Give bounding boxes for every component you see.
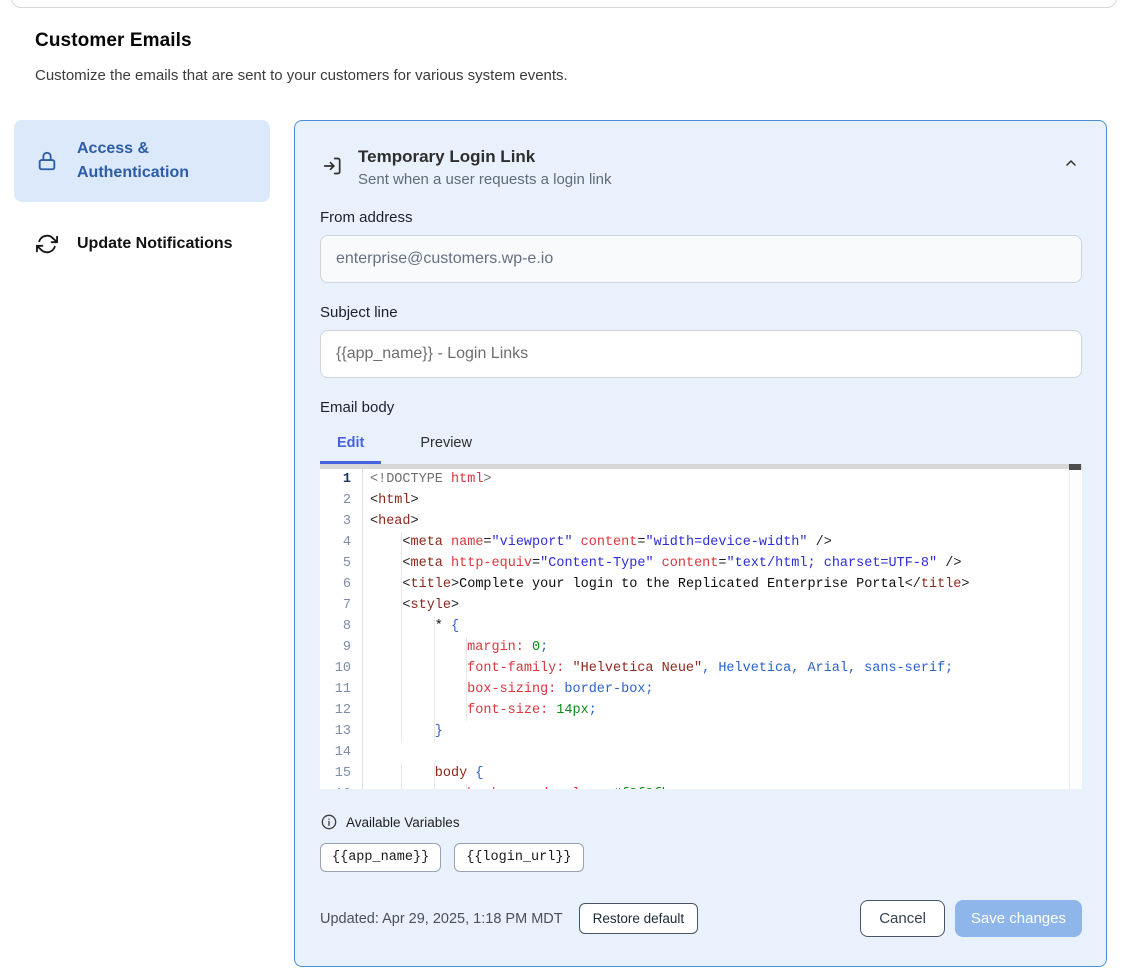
tab-edit[interactable]: Edit xyxy=(320,429,381,464)
card-header: Temporary Login Link Sent when a user re… xyxy=(320,147,1082,188)
page-title: Customer Emails xyxy=(35,30,1093,52)
code-line-content: <meta name="viewport" content="width=dev… xyxy=(362,532,1069,553)
main-layout: Access & Authentication Update Notificat… xyxy=(0,120,1128,967)
code-line-content: <!DOCTYPE html> xyxy=(362,469,1069,490)
email-settings-card: Temporary Login Link Sent when a user re… xyxy=(294,120,1107,967)
line-number: 15 xyxy=(320,763,362,784)
restore-default-button[interactable]: Restore default xyxy=(579,903,699,934)
line-number: 7 xyxy=(320,595,362,616)
code-line-content xyxy=(362,742,1069,763)
previous-card-bottom-edge xyxy=(11,0,1117,8)
line-number: 5 xyxy=(320,553,362,574)
from-address-input[interactable] xyxy=(320,235,1082,283)
card-footer: Updated: Apr 29, 2025, 1:18 PM MDT Resto… xyxy=(320,900,1082,937)
line-number: 11 xyxy=(320,679,362,700)
code-line[interactable]: 15body { xyxy=(320,763,1069,784)
code-line-content: body { xyxy=(362,763,1069,784)
cancel-button[interactable]: Cancel xyxy=(860,900,945,937)
line-number: 4 xyxy=(320,532,362,553)
sidebar-item-label: Update Notifications xyxy=(77,232,233,256)
login-icon xyxy=(323,156,343,176)
line-number: 10 xyxy=(320,658,362,679)
info-icon xyxy=(321,814,337,830)
variable-chip-login-url[interactable]: {{login_url}} xyxy=(454,843,583,872)
email-body-tabs: Edit Preview xyxy=(320,429,1082,464)
code-line[interactable]: 8* { xyxy=(320,616,1069,637)
tab-preview[interactable]: Preview xyxy=(403,429,489,464)
code-line-content: <head> xyxy=(362,511,1069,532)
line-number: 1 xyxy=(320,469,362,490)
code-line[interactable]: 5<meta http-equiv="Content-Type" content… xyxy=(320,553,1069,574)
code-line-content: font-size: 14px; xyxy=(362,700,1069,721)
variable-chips: {{app_name}} {{login_url}} xyxy=(320,843,1082,872)
code-line-content: margin: 0; xyxy=(362,637,1069,658)
code-line[interactable]: 13} xyxy=(320,721,1069,742)
code-line[interactable]: 10font-family: "Helvetica Neue", Helveti… xyxy=(320,658,1069,679)
line-number: 12 xyxy=(320,700,362,721)
code-line[interactable]: 12font-size: 14px; xyxy=(320,700,1069,721)
editor-scrollbar-track[interactable] xyxy=(320,464,1082,469)
sidebar: Access & Authentication Update Notificat… xyxy=(14,120,270,270)
code-line[interactable]: 4<meta name="viewport" content="width=de… xyxy=(320,532,1069,553)
code-line-content: <style> xyxy=(362,595,1069,616)
line-number: 14 xyxy=(320,742,362,763)
code-line[interactable]: 11box-sizing: border-box; xyxy=(320,679,1069,700)
code-line[interactable]: 1<!DOCTYPE html> xyxy=(320,469,1069,490)
code-line-content: background-color: #f8f9fb; xyxy=(362,784,1069,789)
line-number: 13 xyxy=(320,721,362,742)
line-number: 8 xyxy=(320,616,362,637)
code-line[interactable]: 14 xyxy=(320,742,1069,763)
code-line-content: <meta http-equiv="Content-Type" content=… xyxy=(362,553,1069,574)
page-header: Customer Emails Customize the emails tha… xyxy=(0,0,1128,84)
line-number: 6 xyxy=(320,574,362,595)
updated-timestamp: Updated: Apr 29, 2025, 1:18 PM MDT xyxy=(320,911,563,927)
code-line[interactable]: 16background-color: #f8f9fb; xyxy=(320,784,1069,789)
available-variables-row: Available Variables xyxy=(321,814,1082,830)
email-body-label: Email body xyxy=(320,399,1082,416)
line-number: 3 xyxy=(320,511,362,532)
line-number: 2 xyxy=(320,490,362,511)
line-number: 16 xyxy=(320,784,362,789)
code-lines: 1<!DOCTYPE html>2<html>3<head>4<meta nam… xyxy=(320,469,1069,789)
code-line-content: <html> xyxy=(362,490,1069,511)
code-line[interactable]: 3<head> xyxy=(320,511,1069,532)
sidebar-item-access-authentication[interactable]: Access & Authentication xyxy=(14,120,270,202)
card-header-titles: Temporary Login Link Sent when a user re… xyxy=(358,147,611,188)
code-line[interactable]: 2<html> xyxy=(320,490,1069,511)
subject-line-label: Subject line xyxy=(320,304,1082,321)
line-number: 9 xyxy=(320,637,362,658)
editor-scrollbar-thumb[interactable] xyxy=(1069,464,1081,470)
chevron-up-icon[interactable] xyxy=(1063,155,1079,171)
sync-icon xyxy=(36,233,58,255)
editor-vertical-scrollbar[interactable] xyxy=(1069,469,1082,789)
variable-chip-app-name[interactable]: {{app_name}} xyxy=(320,843,441,872)
sidebar-item-label: Access & Authentication xyxy=(77,137,211,185)
code-editor[interactable]: 1<!DOCTYPE html>2<html>3<head>4<meta nam… xyxy=(320,464,1082,789)
available-variables-label: Available Variables xyxy=(346,815,460,830)
code-line-content: } xyxy=(362,721,1069,742)
save-changes-button[interactable]: Save changes xyxy=(955,900,1082,937)
lock-icon xyxy=(36,150,58,172)
code-line-content: box-sizing: border-box; xyxy=(362,679,1069,700)
code-line-content: <title>Complete your login to the Replic… xyxy=(362,574,1069,595)
code-line-content: * { xyxy=(362,616,1069,637)
from-address-label: From address xyxy=(320,209,1082,226)
subject-line-input[interactable] xyxy=(320,330,1082,378)
card-title: Temporary Login Link xyxy=(358,147,611,167)
page-subtitle: Customize the emails that are sent to yo… xyxy=(35,67,1093,84)
code-line-content: font-family: "Helvetica Neue", Helvetica… xyxy=(362,658,1069,679)
code-line[interactable]: 6<title>Complete your login to the Repli… xyxy=(320,574,1069,595)
code-line[interactable]: 9margin: 0; xyxy=(320,637,1069,658)
code-line[interactable]: 7<style> xyxy=(320,595,1069,616)
sidebar-item-update-notifications[interactable]: Update Notifications xyxy=(14,218,270,270)
card-subtitle: Sent when a user requests a login link xyxy=(358,171,611,188)
